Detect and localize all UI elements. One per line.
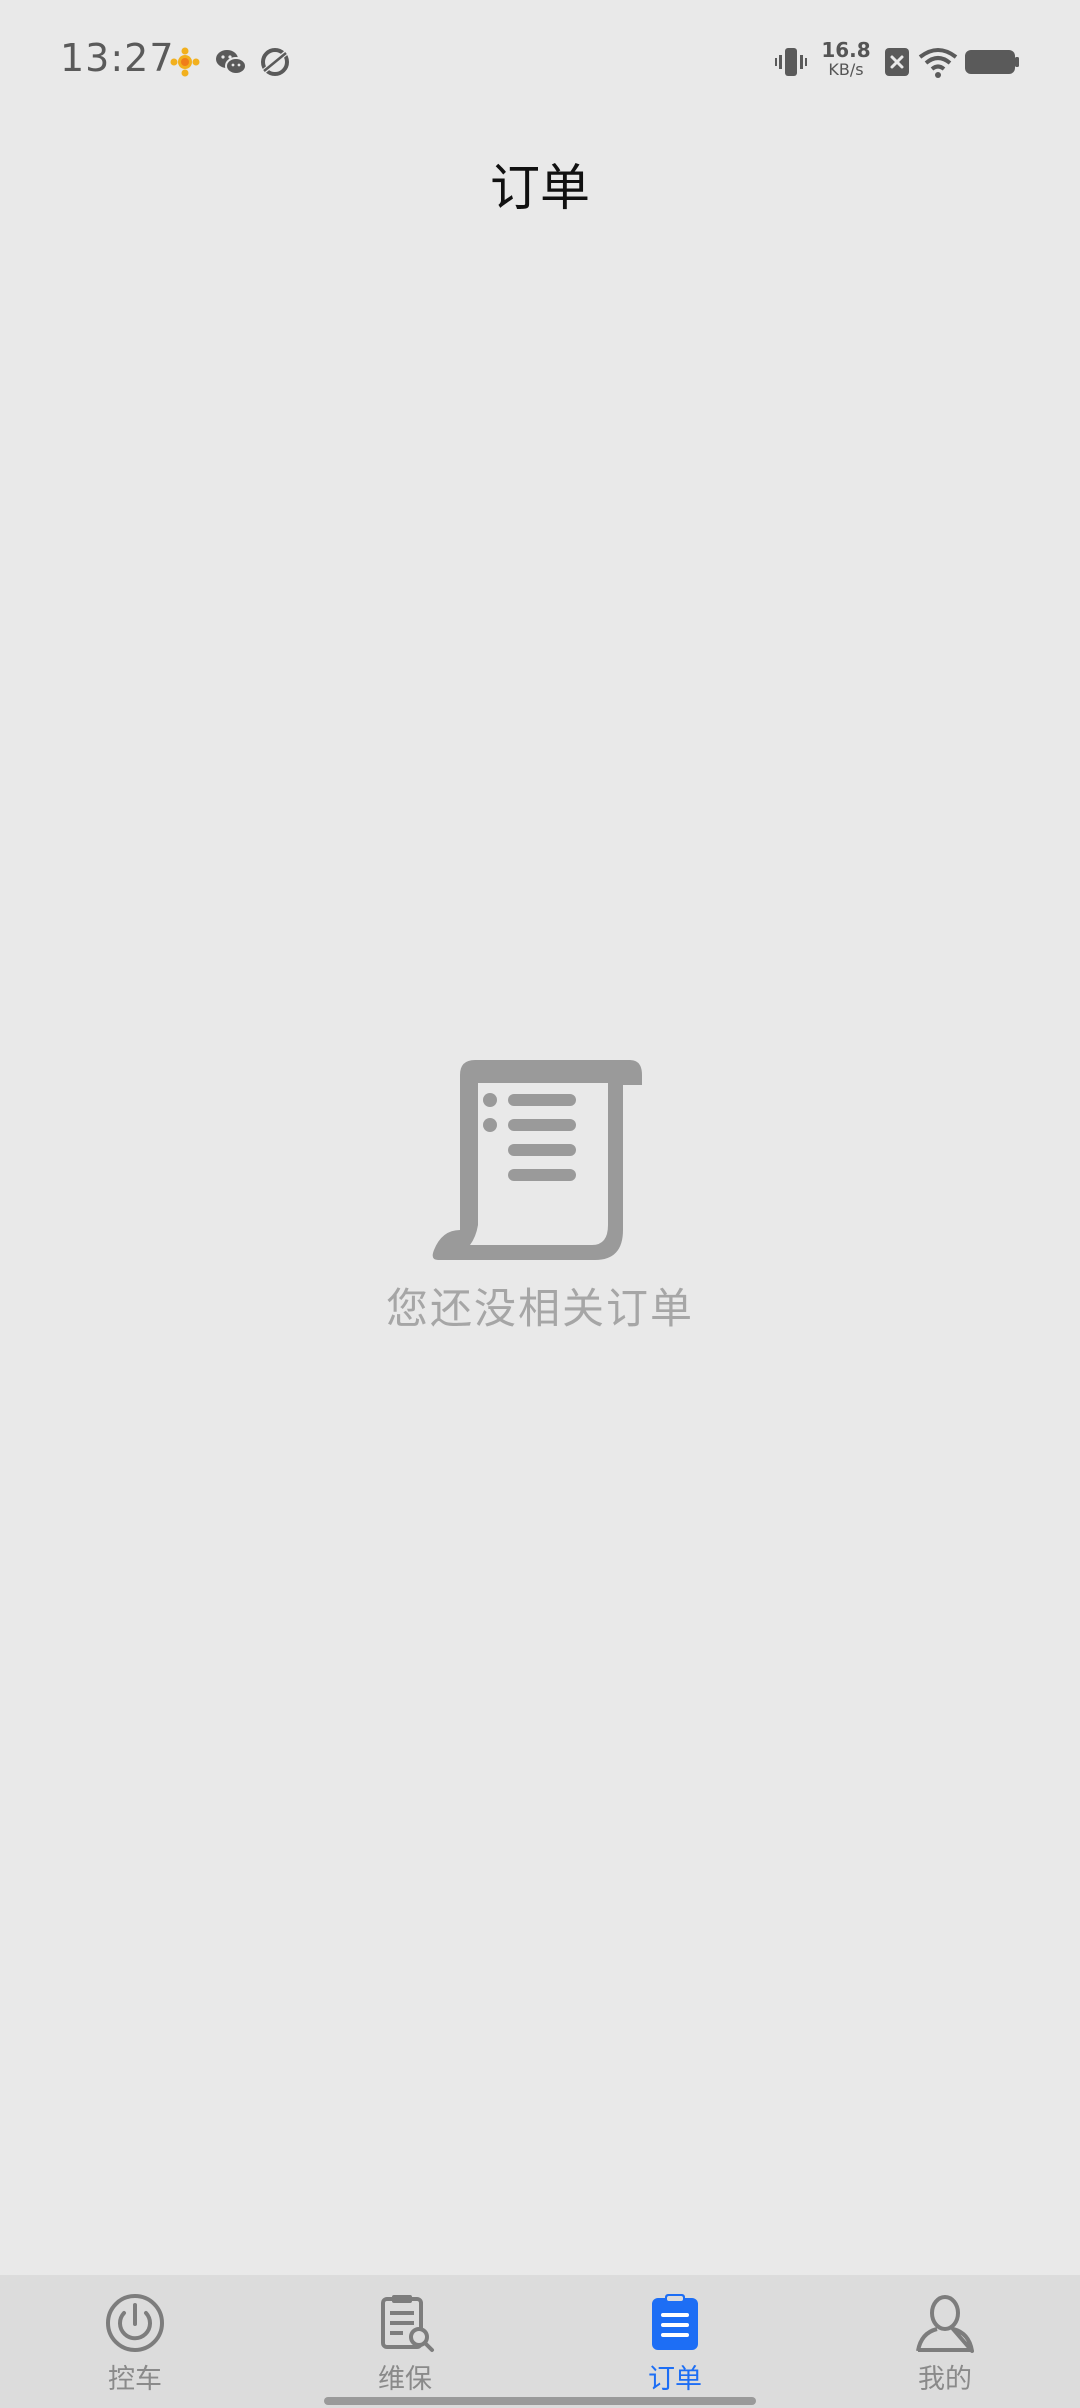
orbit-app-icon — [261, 48, 289, 76]
empty-state-message: 您还没相关订单 — [385, 1284, 694, 1333]
wifi-icon — [918, 48, 958, 78]
maintenance-icon — [381, 2295, 434, 2352]
tab-control-car[interactable]: 控车 — [0, 2275, 270, 2408]
network-speed-value: 16.8 — [821, 38, 871, 62]
network-speed-unit: KB/s — [828, 60, 864, 79]
user-icon — [916, 2295, 974, 2353]
battery-icon — [965, 50, 1019, 74]
tab-label: 控车 — [108, 2364, 162, 2395]
power-icon — [106, 2294, 164, 2352]
tab-orders[interactable]: 订单 — [540, 2275, 810, 2408]
tab-label: 订单 — [648, 2364, 702, 2395]
tab-label: 维保 — [378, 2364, 432, 2395]
wechat-icon — [216, 50, 247, 75]
tab-profile[interactable]: 我的 — [810, 2275, 1080, 2408]
network-speed: 16.8 KB/s — [820, 40, 872, 80]
sim-off-icon — [885, 48, 909, 76]
clipboard-list-icon — [652, 2294, 698, 2350]
home-indicator[interactable] — [324, 2397, 756, 2405]
bottom-nav: 控车 维保 订单 我的 — [0, 2275, 1080, 2408]
page-title: 订单 — [490, 159, 590, 217]
status-bar: 13:27 16.8 KB/s — [0, 0, 1080, 120]
tab-label: 我的 — [918, 2364, 972, 2395]
status-time: 13:27 — [60, 36, 175, 80]
vibrate-icon — [775, 48, 807, 76]
document-scroll-icon — [432, 1060, 642, 1260]
sun-app-icon — [170, 47, 200, 77]
tab-maintenance[interactable]: 维保 — [270, 2275, 540, 2408]
